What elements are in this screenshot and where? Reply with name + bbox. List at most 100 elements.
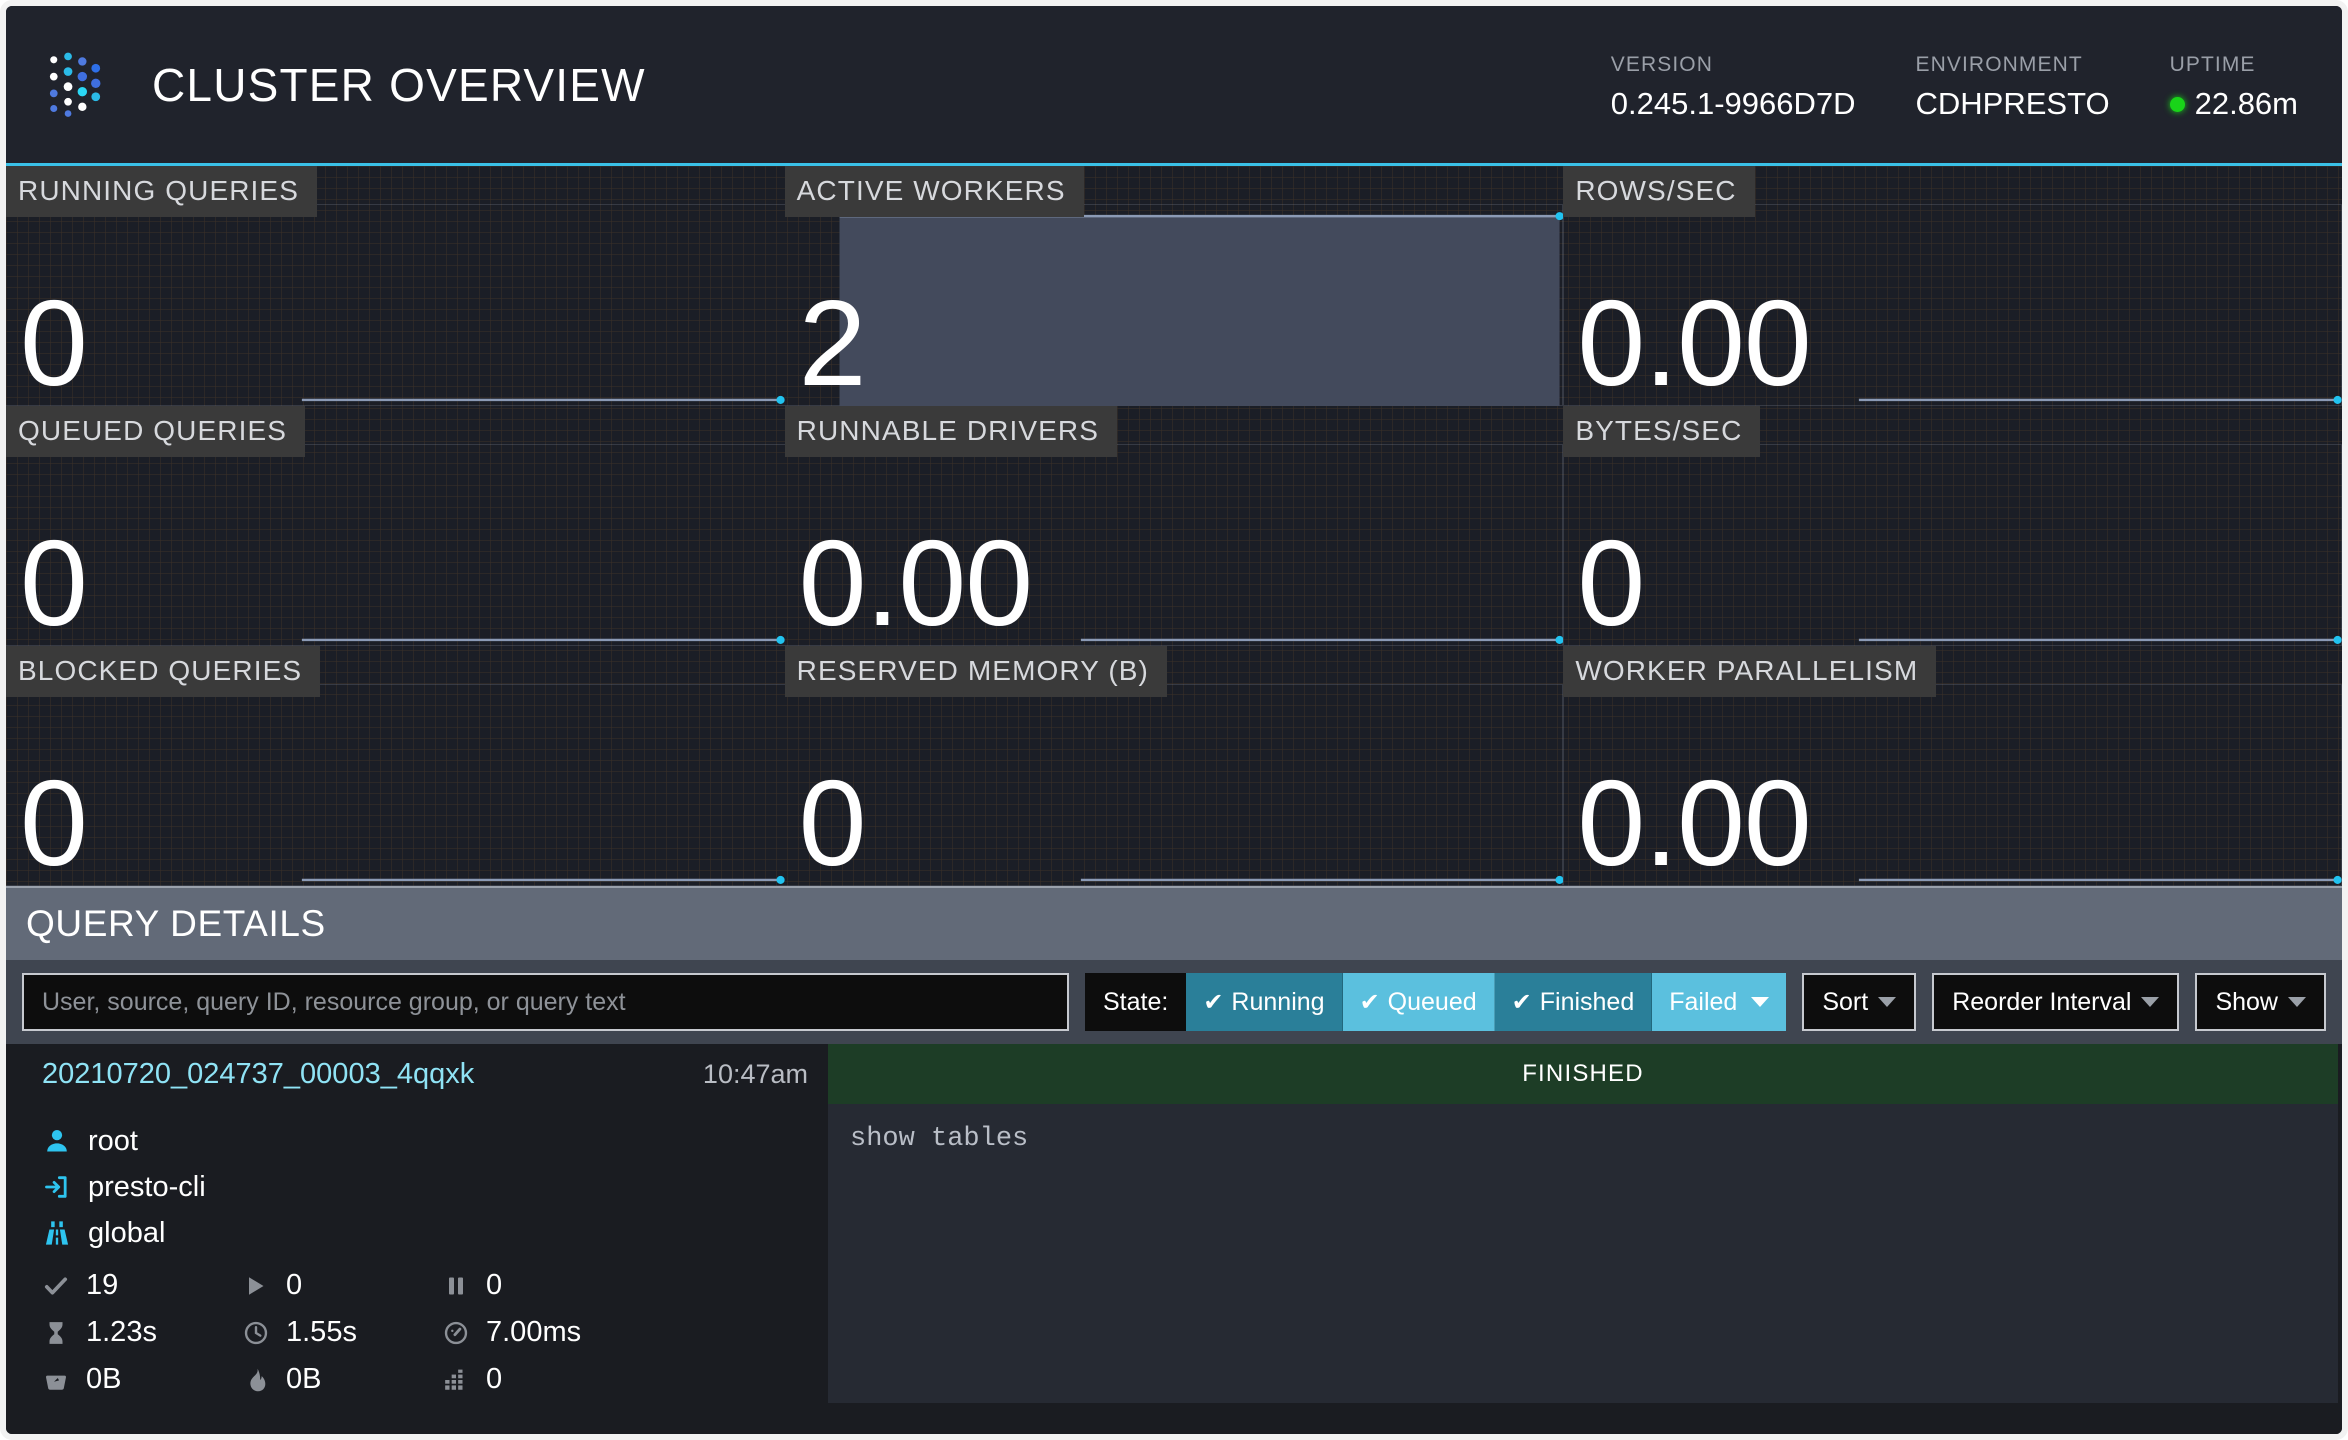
metric-peak-memory-value: 0B	[286, 1363, 321, 1396]
stat-card-label: ACTIVE WORKERS	[785, 166, 1084, 217]
sparkline-chart	[6, 444, 785, 646]
reorder-interval-dropdown-label: Reorder Interval	[1952, 988, 2131, 1017]
query-details-title: QUERY DETAILS	[26, 903, 326, 945]
stat-card-running-queries: RUNNING QUERIES 0	[6, 166, 785, 406]
show-dropdown[interactable]: Show	[2195, 973, 2326, 1031]
metric-total-time-value: 1.55s	[286, 1316, 357, 1349]
cluster-overview-dashboard: CLUSTER OVERVIEW VERSION 0.245.1-9966D7D…	[0, 0, 2348, 1440]
state-filter-queued-label: Queued	[1388, 988, 1477, 1017]
metric-queued-splits-value: 0	[486, 1269, 502, 1302]
query-id-link[interactable]: 20210720_024737_00003_4qqxk	[42, 1058, 474, 1091]
stat-card-value: 0.00	[1577, 282, 1810, 404]
stat-card-value: 0	[20, 762, 87, 884]
pause-icon	[440, 1274, 472, 1298]
reorder-interval-dropdown[interactable]: Reorder Interval	[1932, 973, 2179, 1031]
query-list: 20210720_024737_00003_4qqxk 10:47am FINI…	[6, 1044, 2342, 1434]
metric-running-splits: 0	[240, 1262, 440, 1309]
metric-wall-time: 1.23s	[40, 1309, 240, 1356]
state-filter-finished[interactable]: ✔ Finished	[1495, 973, 1653, 1031]
stat-card-blocked-queries: BLOCKED QUERIES0	[6, 646, 785, 886]
stat-card-label: ROWS/SEC	[1563, 166, 1754, 217]
stat-card-reserved-memory-b: RESERVED MEMORY (B)0	[785, 646, 1564, 886]
query-metadata-panel: root presto-cli global	[6, 1104, 828, 1403]
header-stat-environment: ENVIRONMENT CDHPRESTO	[1916, 53, 2110, 122]
query-source-value: presto-cli	[88, 1171, 206, 1204]
chevron-down-icon	[1751, 997, 1769, 1007]
metric-current-memory: 0B	[40, 1356, 240, 1403]
state-filter-running[interactable]: ✔ Running	[1186, 973, 1342, 1031]
tachometer-icon	[440, 1320, 472, 1346]
state-filter-finished-label: Finished	[1540, 988, 1635, 1017]
page-title: CLUSTER OVERVIEW	[152, 58, 646, 112]
cluster-stat-grid: RUNNING QUERIES 0 ACTIVE WORKERS 2 ROWS/SEC 0…	[6, 166, 2342, 886]
user-icon	[40, 1127, 74, 1155]
version-value: 0.245.1-9966D7D	[1611, 86, 1856, 122]
stat-card-rows-sec: ROWS/SEC 0.00	[1563, 166, 2342, 406]
road-icon	[40, 1219, 74, 1247]
sparkline-chart	[6, 684, 785, 886]
header-stat-version: VERSION 0.245.1-9966D7D	[1611, 53, 1856, 122]
metric-cpu-time: 7.00ms	[440, 1309, 640, 1356]
metric-peak-memory: 0B	[240, 1356, 440, 1403]
uptime-label: UPTIME	[2170, 53, 2298, 77]
state-filter-failed[interactable]: Failed	[1652, 973, 1786, 1031]
state-filter-label: State:	[1085, 973, 1186, 1031]
query-row-body: root presto-cli global	[6, 1104, 2342, 1403]
stat-card-active-workers: ACTIVE WORKERS 2	[785, 166, 1564, 406]
query-user-value: root	[88, 1125, 138, 1158]
play-icon	[240, 1274, 272, 1298]
check-icon: ✔	[1360, 988, 1380, 1017]
chevron-down-icon	[2288, 997, 2306, 1007]
query-row-identity: 20210720_024737_00003_4qqxk 10:47am	[6, 1044, 828, 1104]
sparkline-chart	[1563, 444, 2342, 646]
show-dropdown-label: Show	[2215, 988, 2278, 1017]
query-details-toolbar: State: ✔ Running ✔ Queued ✔ Finished Fai…	[6, 960, 2342, 1044]
header-stat-uptime: UPTIME 22.86m	[2170, 53, 2298, 122]
check-icon: ✔	[1203, 988, 1223, 1017]
weight-icon	[40, 1367, 72, 1393]
stat-card-value: 0.00	[1577, 762, 1810, 884]
state-filter-running-label: Running	[1231, 988, 1324, 1017]
stat-card-value: 0.00	[799, 522, 1032, 644]
chevron-down-icon	[1878, 997, 1896, 1007]
stat-card-bytes-sec: BYTES/SEC0	[1563, 406, 2342, 646]
stat-card-label: RESERVED MEMORY (B)	[785, 646, 1167, 697]
stat-card-runnable-drivers: RUNNABLE DRIVERS 0.00	[785, 406, 1564, 646]
query-sql-text: show tables	[828, 1104, 2338, 1403]
stat-card-label: RUNNABLE DRIVERS	[785, 406, 1117, 457]
environment-label: ENVIRONMENT	[1916, 53, 2110, 77]
sort-dropdown[interactable]: Sort	[1802, 973, 1916, 1031]
brand: CLUSTER OVERVIEW	[42, 43, 646, 127]
hourglass-icon	[40, 1320, 72, 1346]
stat-card-label: RUNNING QUERIES	[6, 166, 317, 217]
table-row[interactable]: 20210720_024737_00003_4qqxk 10:47am FINI…	[6, 1044, 2342, 1104]
metric-completed-splits: 19	[40, 1262, 240, 1309]
sign-in-icon	[40, 1173, 74, 1201]
query-resource-group: global	[40, 1210, 828, 1256]
sparkline-chart	[6, 204, 785, 406]
header-stats: VERSION 0.245.1-9966D7D ENVIRONMENT CDHP…	[1611, 47, 2298, 122]
clock-icon	[240, 1320, 272, 1346]
version-label: VERSION	[1611, 53, 1856, 77]
check-icon: ✔	[1512, 988, 1532, 1017]
query-user: root	[40, 1118, 828, 1164]
metric-completed-splits-value: 19	[86, 1269, 118, 1302]
live-status-dot-icon	[2170, 97, 2185, 112]
presto-dots-logo-icon	[42, 43, 126, 127]
state-filter-queued[interactable]: ✔ Queued	[1343, 973, 1495, 1031]
search-input[interactable]	[22, 973, 1069, 1031]
uptime-value: 22.86m	[2195, 86, 2298, 122]
metric-current-memory-value: 0B	[86, 1363, 121, 1396]
check-icon	[40, 1273, 72, 1299]
metric-input-rows: 0	[440, 1356, 640, 1403]
query-resource-group-value: global	[88, 1217, 165, 1250]
stat-card-worker-parallelism: WORKER PARALLELISM 0.00	[1563, 646, 2342, 886]
app-header: CLUSTER OVERVIEW VERSION 0.245.1-9966D7D…	[6, 6, 2342, 166]
stat-card-label: WORKER PARALLELISM	[1563, 646, 1936, 697]
stat-card-value: 2	[799, 282, 866, 404]
stat-card-value: 0	[20, 282, 87, 404]
metric-total-time: 1.55s	[240, 1309, 440, 1356]
chevron-down-icon	[2141, 997, 2159, 1007]
sparkline-chart	[785, 204, 1564, 406]
uptime-value-wrap: 22.86m	[2170, 86, 2298, 122]
